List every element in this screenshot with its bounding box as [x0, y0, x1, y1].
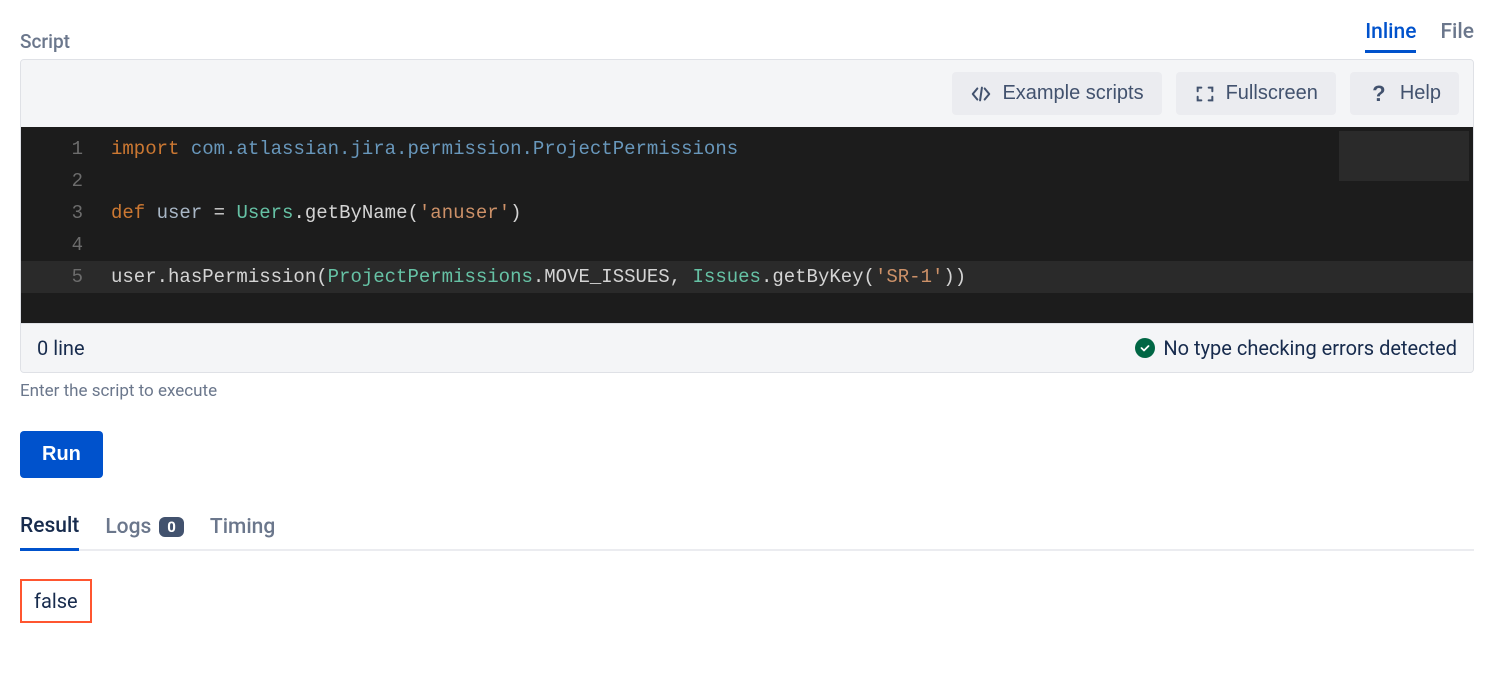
- result-value: false: [20, 579, 92, 623]
- minimap[interactable]: [1339, 131, 1469, 181]
- fullscreen-icon: [1194, 83, 1216, 105]
- help-label: Help: [1400, 82, 1441, 105]
- code-line-3: 3 def user = Users.getByName('anuser'): [21, 197, 1473, 229]
- line-number: 2: [21, 165, 111, 197]
- status-line-count: 0 line: [37, 336, 85, 360]
- code-icon: [970, 83, 992, 105]
- status-bar: 0 line No type checking errors detected: [21, 323, 1473, 372]
- code-line-4: 4: [21, 229, 1473, 261]
- line-number: 5: [21, 261, 111, 293]
- example-scripts-button[interactable]: Example scripts: [952, 72, 1161, 115]
- code-line-2: 2: [21, 165, 1473, 197]
- editor-card: Example scripts Fullscreen ? Help 1 impo…: [20, 59, 1474, 373]
- tab-inline[interactable]: Inline: [1365, 20, 1416, 53]
- result-tabs: Result Logs 0 Timing: [20, 508, 1474, 551]
- status-message: No type checking errors detected: [1163, 336, 1457, 360]
- view-tabs: Inline File: [1365, 20, 1474, 53]
- check-circle-icon: [1135, 338, 1155, 358]
- help-button[interactable]: ? Help: [1350, 72, 1459, 115]
- line-number: 4: [21, 229, 111, 261]
- line-number: 3: [21, 197, 111, 229]
- helper-text: Enter the script to execute: [20, 381, 1474, 401]
- tab-logs-label: Logs: [105, 515, 151, 539]
- code-editor[interactable]: 1 import com.atlassian.jira.permission.P…: [21, 127, 1473, 323]
- fullscreen-button[interactable]: Fullscreen: [1176, 72, 1336, 115]
- tab-logs[interactable]: Logs 0: [105, 508, 184, 549]
- fullscreen-label: Fullscreen: [1226, 82, 1318, 105]
- code-line-5: 5 user.hasPermission(ProjectPermissions.…: [21, 261, 1473, 293]
- tab-timing[interactable]: Timing: [210, 508, 275, 549]
- logs-count-badge: 0: [159, 517, 184, 537]
- section-label-script: Script: [20, 30, 70, 53]
- tab-result[interactable]: Result: [20, 508, 79, 551]
- example-scripts-label: Example scripts: [1002, 82, 1143, 105]
- line-number: 1: [21, 133, 111, 165]
- code-line-1: 1 import com.atlassian.jira.permission.P…: [21, 133, 1473, 165]
- editor-toolbar: Example scripts Fullscreen ? Help: [21, 60, 1473, 127]
- tab-file[interactable]: File: [1440, 20, 1474, 53]
- run-button[interactable]: Run: [20, 431, 103, 478]
- help-icon: ?: [1368, 83, 1390, 105]
